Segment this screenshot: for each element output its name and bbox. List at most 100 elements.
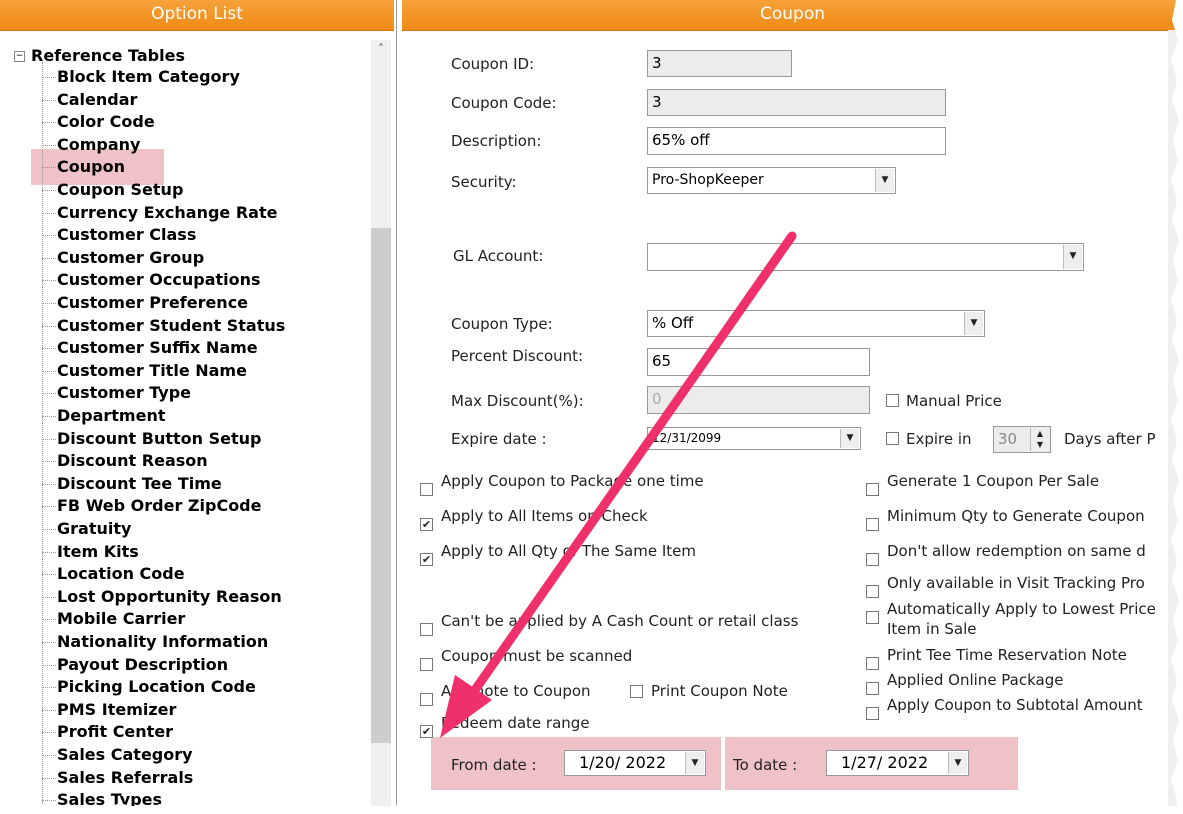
coupon-type-select[interactable]: % Off ▼: [647, 310, 985, 337]
option-checkbox[interactable]: [866, 553, 879, 566]
option-checkbox[interactable]: [420, 658, 433, 671]
tree-item[interactable]: Discount Tee Time: [57, 474, 222, 494]
tree-item[interactable]: Location Code: [57, 564, 185, 584]
tree-item[interactable]: Sales Referrals: [57, 768, 193, 788]
tree-item[interactable]: Company: [57, 135, 140, 155]
expire-date-value: 12/31/2099: [652, 431, 722, 445]
tree-item[interactable]: Nationality Information: [57, 632, 268, 652]
chevron-down-icon[interactable]: ▼: [875, 169, 894, 192]
tree-connector: [42, 483, 56, 485]
tree-item[interactable]: PMS Itemizer: [57, 700, 176, 720]
coupon-code-field[interactable]: 3: [647, 89, 946, 116]
tree-item[interactable]: Lost Opportunity Reason: [57, 587, 282, 607]
option-checkbox[interactable]: [866, 585, 879, 598]
tree-item[interactable]: Mobile Carrier: [57, 609, 185, 629]
scrollbar-thumb[interactable]: [371, 228, 391, 743]
tree-item[interactable]: Color Code: [57, 112, 155, 132]
tree-item[interactable]: Department: [57, 406, 165, 426]
description-field[interactable]: 65% off: [647, 127, 946, 155]
tree-item[interactable]: Customer Title Name: [57, 361, 247, 381]
tree-item[interactable]: Payout Description: [57, 655, 228, 675]
tree-connector: [42, 235, 56, 237]
tree-item[interactable]: Item Kits: [57, 542, 139, 562]
tree-item[interactable]: Discount Button Setup: [57, 429, 261, 449]
option-checkbox[interactable]: [866, 611, 879, 624]
option-list-header: Option List: [0, 0, 394, 31]
option-checkbox[interactable]: [866, 657, 879, 670]
manual-price-checkbox[interactable]: [886, 394, 899, 407]
description-label: Description:: [451, 132, 542, 150]
chevron-down-icon[interactable]: ▼: [840, 429, 859, 448]
option-checkbox-label: Applied Online Package: [887, 671, 1064, 689]
option-checkbox[interactable]: [420, 693, 433, 706]
option-checkbox[interactable]: [420, 623, 433, 636]
chevron-down-icon[interactable]: ▼: [964, 312, 983, 335]
option-checkbox[interactable]: [866, 483, 879, 496]
gl-account-select[interactable]: ▼: [647, 243, 1084, 271]
form-scrollbar[interactable]: [1168, 30, 1183, 806]
coupon-id-field[interactable]: 3: [647, 50, 792, 77]
max-discount-field[interactable]: 0: [647, 386, 870, 414]
print-coupon-note-checkbox[interactable]: [630, 685, 643, 698]
tree-connector: [42, 461, 56, 463]
chevron-down-icon[interactable]: ▼: [685, 752, 704, 774]
tree-item[interactable]: Sales Category: [57, 745, 193, 765]
option-checkbox[interactable]: ✔: [420, 518, 433, 531]
tree-item[interactable]: Discount Reason: [57, 451, 208, 471]
expire-date-picker[interactable]: 12/31/2099 ▼: [647, 427, 861, 450]
tree-connector: [42, 77, 56, 78]
tree-connector: [42, 348, 56, 350]
tree-item[interactable]: Currency Exchange Rate: [57, 203, 277, 223]
option-checkbox[interactable]: ✔: [420, 553, 433, 566]
collapse-icon[interactable]: −: [14, 51, 25, 62]
tree-root-reference-tables[interactable]: − Reference Tables: [14, 46, 185, 65]
option-checkbox-label: Apply Coupon to Subtotal Amount: [887, 696, 1143, 714]
tree-item[interactable]: Customer Group: [57, 248, 204, 268]
option-checkbox[interactable]: [420, 483, 433, 496]
tree-connector: [42, 777, 56, 779]
tree-item[interactable]: Calendar: [57, 90, 137, 110]
option-checkbox[interactable]: [866, 518, 879, 531]
tree-item[interactable]: Block Item Category: [57, 67, 240, 87]
scroll-up-icon[interactable]: ˄: [371, 42, 391, 60]
tree-item[interactable]: Gratuity: [57, 519, 131, 539]
tree-item[interactable]: Customer Type: [57, 383, 191, 403]
to-date-picker[interactable]: 1/27/ 2022 ▼: [826, 750, 969, 776]
tree-connector: [42, 167, 56, 169]
tree-connector: [42, 664, 56, 666]
from-date-value: 1/20/ 2022: [579, 753, 667, 772]
to-date-value: 1/27/ 2022: [841, 753, 929, 772]
tree-item[interactable]: Customer Class: [57, 225, 196, 245]
tree-item[interactable]: Profit Center: [57, 722, 173, 742]
chevron-down-icon[interactable]: ▼: [948, 752, 967, 774]
coupon-type-value: % Off: [652, 314, 694, 332]
option-checkbox-label: Only available in Visit Tracking Pro: [887, 574, 1145, 592]
security-select[interactable]: Pro-ShopKeeper ▼: [647, 167, 896, 194]
option-checkbox-label: Automatically Apply to Lowest Price: [887, 600, 1156, 618]
percent-discount-field[interactable]: 65: [647, 348, 870, 376]
tree-item[interactable]: Customer Student Status: [57, 316, 285, 336]
tree-connector: [42, 732, 56, 734]
expire-in-checkbox[interactable]: [886, 432, 899, 445]
tree-item[interactable]: Sales Types: [57, 790, 162, 806]
expire-in-spinner[interactable]: 30 ▲ ▼: [993, 426, 1051, 453]
tree-item[interactable]: Coupon Setup: [57, 180, 183, 200]
tree-root-label: Reference Tables: [31, 46, 185, 65]
option-checkbox[interactable]: [866, 682, 879, 695]
option-checkbox[interactable]: [866, 707, 879, 720]
spinner-arrows-icon[interactable]: ▲ ▼: [1030, 428, 1049, 451]
from-date-picker[interactable]: 1/20/ 2022 ▼: [564, 750, 706, 776]
tree-item[interactable]: FB Web Order ZipCode: [57, 496, 261, 516]
tree-connector: [42, 506, 56, 508]
tree-item[interactable]: Coupon: [57, 157, 125, 177]
tree-item[interactable]: Customer Occupations: [57, 270, 261, 290]
tree-item[interactable]: Customer Preference: [57, 293, 248, 313]
chevron-down-icon[interactable]: ▼: [1063, 245, 1082, 269]
reference-tree: − Reference Tables Block Item Category Cal…: [0, 40, 370, 806]
option-checkbox-label: Add note to Coupon: [441, 682, 591, 700]
tree-item[interactable]: Picking Location Code: [57, 677, 256, 697]
tree-connector: [42, 642, 56, 643]
tree-connector: [42, 416, 56, 417]
tree-connector: [42, 393, 56, 395]
tree-item[interactable]: Customer Suffix Name: [57, 338, 258, 358]
